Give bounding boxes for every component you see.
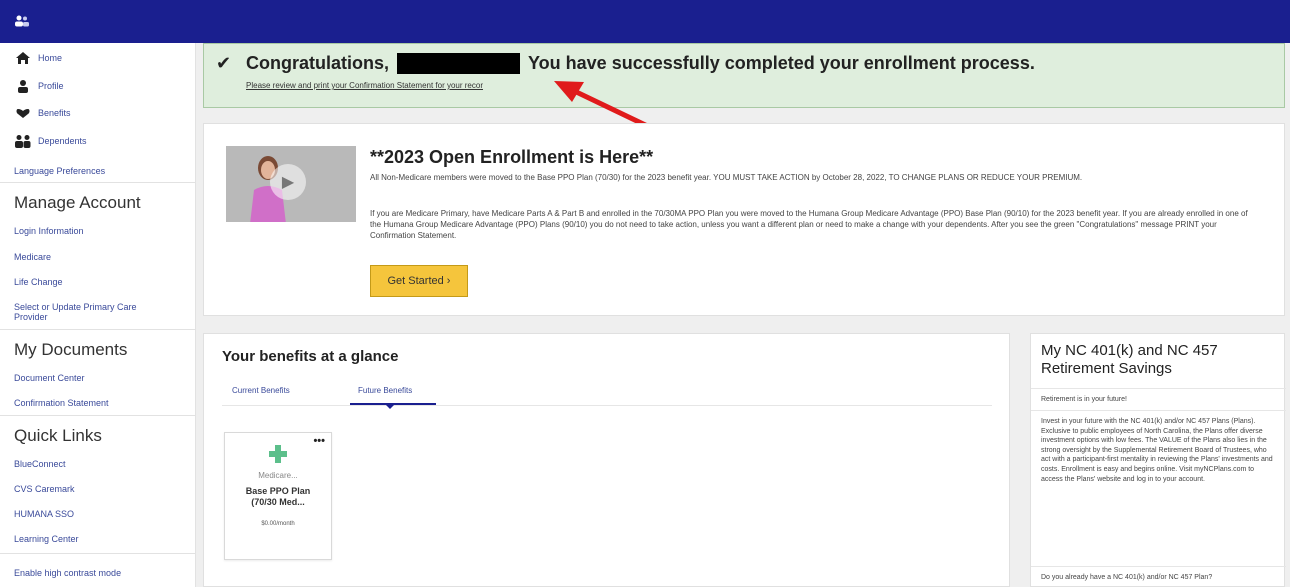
- success-banner: ✔ Congratulations, You have successfully…: [203, 43, 1285, 108]
- sidebar-item-benefits[interactable]: Benefits: [14, 106, 71, 120]
- sidebar-item-home[interactable]: Home: [14, 51, 62, 65]
- retirement-body: Invest in your future with the NC 401(k)…: [1041, 418, 1273, 483]
- sidebar-item-profile[interactable]: Profile: [14, 79, 64, 93]
- retirement-tagline: Retirement is in your future!: [1041, 396, 1127, 403]
- users-icon[interactable]: [14, 14, 30, 28]
- medical-plus-icon: [269, 445, 287, 463]
- confirmation-statement-link[interactable]: Please review and print your Confirmatio…: [246, 81, 483, 90]
- medicare-link[interactable]: Medicare: [14, 252, 51, 262]
- sidebar: Home Profile Benefits Dependents Languag…: [0, 43, 196, 587]
- divider: [1031, 410, 1286, 411]
- enrollment-paragraph-1: All Non-Medicare members were moved to t…: [370, 173, 1083, 182]
- divider: [0, 415, 196, 416]
- login-information-link[interactable]: Login Information: [14, 226, 84, 236]
- retirement-question: Do you already have a NC 401(k) and/or N…: [1041, 574, 1213, 581]
- play-icon[interactable]: ▶: [270, 164, 306, 200]
- primary-care-provider-link[interactable]: Select or Update Primary Care Provider: [14, 302, 164, 322]
- tab-future-benefits[interactable]: Future Benefits: [358, 386, 412, 395]
- manage-account-heading: Manage Account: [14, 193, 141, 212]
- confirmation-statement-link[interactable]: Confirmation Statement: [14, 398, 109, 408]
- benefits-icon: [14, 106, 32, 120]
- retirement-panel: My NC 401(k) and NC 457 Retirement Savin…: [1030, 333, 1286, 587]
- my-documents-heading: My Documents: [14, 340, 128, 359]
- divider: [1031, 388, 1286, 389]
- plan-category: Medicare...: [258, 471, 298, 480]
- tab-current-benefits[interactable]: Current Benefits: [232, 386, 290, 395]
- blueconnect-link[interactable]: BlueConnect: [14, 459, 66, 469]
- benefits-title: Your benefits at a glance: [222, 348, 399, 365]
- enrollment-paragraph-2: If you are Medicare Primary, have Medica…: [370, 209, 1248, 240]
- plan-name-line-2: (70/30 Med...: [251, 497, 305, 507]
- plan-name: Base PPO Plan (70/30 Med...: [225, 486, 331, 508]
- home-icon: [14, 51, 32, 65]
- redacted-name: [397, 53, 520, 74]
- sidebar-item-label: Dependents: [38, 136, 87, 146]
- caret-down-icon: [386, 405, 394, 409]
- more-options-icon[interactable]: •••: [313, 435, 325, 447]
- sidebar-item-label: Profile: [38, 81, 64, 91]
- enrollment-title: **2023 Open Enrollment is Here**: [370, 147, 654, 167]
- humana-sso-link[interactable]: HUMANA SSO: [14, 509, 74, 519]
- get-started-button[interactable]: Get Started ›: [370, 265, 468, 297]
- life-change-link[interactable]: Life Change: [14, 277, 63, 287]
- checkmark-icon: ✔: [216, 53, 232, 73]
- divider: [0, 553, 196, 554]
- learning-center-link[interactable]: Learning Center: [14, 534, 79, 544]
- quick-links-heading: Quick Links: [14, 426, 102, 445]
- retirement-title: My NC 401(k) and NC 457 Retirement Savin…: [1041, 342, 1218, 377]
- plan-name-line-1: Base PPO Plan: [245, 486, 311, 496]
- open-enrollment-panel: ▶ **2023 Open Enrollment is Here** All N…: [203, 123, 1285, 316]
- sidebar-item-dependents[interactable]: Dependents: [14, 134, 87, 148]
- benefit-card[interactable]: ••• Medicare... Base PPO Plan (70/30 Med…: [224, 432, 332, 560]
- plan-price: $0.00/month: [261, 521, 295, 527]
- greeting-text: Congratulations,: [246, 53, 389, 73]
- video-thumbnail[interactable]: ▶: [226, 146, 356, 222]
- divider: [0, 182, 196, 183]
- tabs-divider: [222, 405, 992, 406]
- high-contrast-toggle[interactable]: Enable high contrast mode: [14, 568, 121, 578]
- language-preferences-link[interactable]: Language Preferences: [14, 166, 105, 176]
- document-center-link[interactable]: Document Center: [14, 373, 85, 383]
- dependents-icon: [14, 134, 32, 148]
- person-icon: [14, 79, 32, 93]
- divider: [0, 329, 196, 330]
- divider: [1031, 566, 1286, 567]
- sidebar-item-label: Benefits: [38, 108, 71, 118]
- top-bar: [0, 0, 1290, 43]
- benefits-panel: Your benefits at a glance Current Benefi…: [203, 333, 1010, 587]
- sidebar-item-label: Home: [38, 53, 63, 63]
- cvs-caremark-link[interactable]: CVS Caremark: [14, 484, 75, 494]
